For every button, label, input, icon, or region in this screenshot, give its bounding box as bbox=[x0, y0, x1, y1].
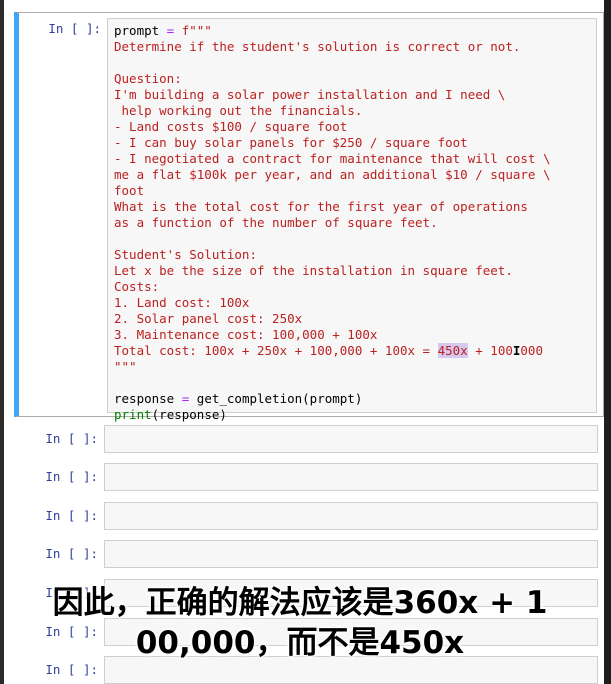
video-subtitle: 因此，正确的解法应该是360x + 1 00,000，而不是450x bbox=[52, 585, 548, 661]
code-line: Determine if the student's solution is c… bbox=[114, 39, 521, 54]
empty-code-cell[interactable]: In [ ]: bbox=[14, 425, 604, 453]
code-line: 3. Maintenance cost: 100,000 + 100x bbox=[114, 327, 378, 342]
code-editor[interactable] bbox=[104, 425, 598, 453]
empty-code-cell[interactable]: In [ ]: bbox=[14, 463, 604, 491]
code-line: foot bbox=[114, 183, 145, 198]
code-line: response = get_completion(prompt) bbox=[114, 391, 363, 406]
left-window-edge bbox=[0, 0, 4, 684]
cell-prompt: In [ ]: bbox=[45, 508, 98, 523]
code-line: Total cost: 100x + 250x + 100,000 + 100x… bbox=[114, 343, 543, 358]
code-line: Question: bbox=[114, 71, 182, 86]
code-line: 2. Solar panel cost: 250x bbox=[114, 311, 303, 326]
code-line: I'm building a solar power installation … bbox=[114, 87, 506, 102]
cell-prompt: In [ ]: bbox=[45, 469, 98, 484]
code-line: help working out the financials. bbox=[114, 103, 363, 118]
code-editor[interactable]: prompt = f""" Determine if the student's… bbox=[107, 18, 597, 422]
code-editor[interactable] bbox=[104, 540, 598, 568]
code-line: 1. Land cost: 100x bbox=[114, 295, 250, 310]
code-line: - I can buy solar panels for $250 / squa… bbox=[114, 135, 468, 150]
empty-code-cell[interactable]: In [ ]: bbox=[14, 540, 604, 568]
code-line: prompt = f""" bbox=[114, 23, 212, 38]
code-editor[interactable] bbox=[104, 502, 598, 530]
code-line: - Land costs $100 / square foot bbox=[114, 119, 348, 134]
cell-prompt: In [ ]: bbox=[45, 546, 98, 561]
code-line: Let x be the size of the installation in… bbox=[114, 263, 513, 278]
cell-prompt: In [ ]: bbox=[45, 431, 98, 446]
text-selection-highlight: 450x bbox=[437, 343, 468, 358]
code-line: What is the total cost for the first yea… bbox=[114, 199, 528, 214]
code-editor[interactable] bbox=[104, 463, 598, 491]
code-line: Student's Solution: bbox=[114, 247, 257, 262]
right-window-edge bbox=[604, 0, 611, 684]
code-line: print(response) bbox=[114, 407, 227, 422]
empty-code-cell[interactable]: In [ ]: bbox=[14, 502, 604, 530]
code-line: Costs: bbox=[114, 279, 160, 294]
code-line: me a flat $100k per year, and an additio… bbox=[114, 167, 551, 182]
code-cell-selected[interactable]: In [ ]: prompt = f""" Determine if the s… bbox=[14, 12, 604, 422]
code-line: - I negotiated a contract for maintenanc… bbox=[114, 151, 551, 166]
code-line: """ bbox=[114, 359, 137, 374]
code-line: as a function of the number of square fe… bbox=[114, 215, 438, 230]
cell-prompt: In [ ]: bbox=[48, 21, 101, 36]
